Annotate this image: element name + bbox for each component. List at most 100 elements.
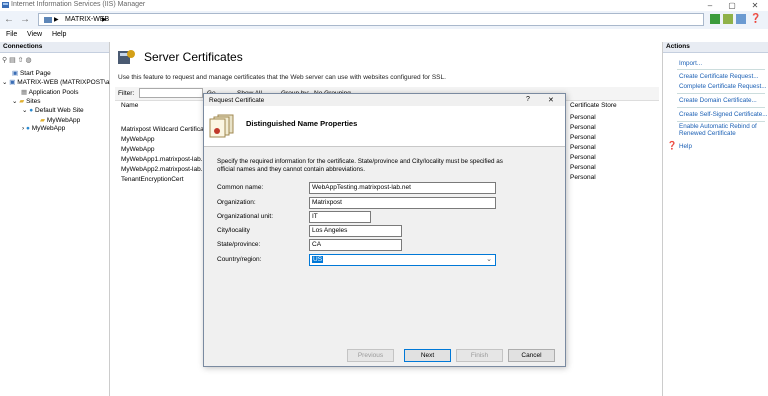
organizational-unit-input[interactable]: IT [309,211,371,223]
action-complete-certificate-request[interactable]: Complete Certificate Request... [679,83,767,90]
finish-button[interactable]: Finish [456,349,503,362]
address-box[interactable]: ▶ MATRIX-WEB ▶ [38,13,704,26]
common-name-label: Common name: [217,184,264,191]
action-enable-automatic-rebind[interactable]: Enable Automatic Rebind of [679,123,757,130]
table-row[interactable]: TenantEncryptionCert [121,176,184,183]
divider [677,93,765,94]
action-create-domain-certificate[interactable]: Create Domain Certificate... [679,97,757,104]
globe-icon: ● [29,107,34,114]
common-name-input[interactable]: WebAppTesting.matrixpost-lab.net [309,182,496,194]
chevron-right-icon: ▶ [54,17,59,23]
filter-input[interactable] [139,88,203,98]
chevron-right-icon: ▶ [102,17,107,23]
state-province-label: State/province: [217,241,261,248]
tree-application-pools[interactable]: ▦ Application Pools [21,88,78,96]
actions-panel: Actions Import... Create Certificate Req… [662,42,768,396]
action-help[interactable]: Help [679,143,692,150]
forward-arrow-icon[interactable]: → [18,13,32,26]
menu-view[interactable]: View [27,31,42,38]
row-store: Personal [570,134,596,141]
row-store: Personal [570,124,596,131]
minimize-button[interactable]: – [700,0,720,11]
state-province-input[interactable]: CA [309,239,402,251]
table-row[interactable]: MyWebApp1.matrixpost-lab. [121,156,203,163]
table-row[interactable]: Matrixpost Wildcard Certificat [121,126,206,133]
row-store: Personal [570,114,596,121]
stop-icon[interactable] [723,14,733,24]
home-icon[interactable] [736,14,746,24]
server-icon: ▣ [9,79,16,86]
table-row[interactable]: MyWebApp2.matrixpost-lab. [121,166,203,173]
dialog-help-button[interactable]: ? [526,96,530,103]
back-arrow-icon[interactable]: ← [2,13,16,26]
connections-header: Connections [0,42,109,53]
refresh-icon[interactable] [710,14,720,24]
row-store: Personal [570,154,596,161]
action-import[interactable]: Import... [679,60,702,67]
folder-icon: ▰ [40,117,45,124]
menu-bar: File View Help [0,29,768,41]
city-locality-label: City/locality [217,227,250,234]
address-bar: ← → ▶ MATRIX-WEB ▶ ❓ [0,11,768,29]
city-locality-input[interactable]: Los Angeles [309,225,402,237]
chevron-down-icon: ⌄ [486,256,492,263]
close-button[interactable]: ✕ [745,0,765,11]
row-store: Personal [570,144,596,151]
divider [677,107,765,108]
tree-sites[interactable]: ⌄ ▰ Sites [12,97,41,105]
tree-mywebapp-child[interactable]: ▰ MyWebApp [40,116,80,124]
help-icon: ❓ [667,141,677,150]
maximize-button[interactable]: ▢ [722,0,742,11]
chevron-down-icon[interactable]: ⌄ [2,79,7,86]
table-row[interactable]: MyWebApp [121,146,154,153]
save-icon[interactable]: ▤ [9,57,16,64]
cancel-button[interactable]: Cancel [508,349,555,362]
connections-panel: Connections ⚲ ▤ ⇧ ◍ ▣ Start Page ⌄ ▣ MAT… [0,42,110,396]
organization-input[interactable]: Matrixpost [309,197,496,209]
tree-start-page[interactable]: ▣ Start Page [12,69,51,77]
actions-header: Actions [663,42,768,53]
page-description: Use this feature to request and manage c… [118,74,446,81]
previous-button[interactable]: Previous [347,349,394,362]
globe-icon[interactable]: ◍ [26,57,32,64]
app-pools-icon: ▦ [21,89,28,96]
row-store: Personal [570,174,596,181]
server-icon [44,17,52,23]
next-button[interactable]: Next [404,349,451,362]
country-region-label: Country/region: [217,256,262,263]
tree-mywebapp-site[interactable]: › ● MyWebApp [22,125,65,132]
action-enable-automatic-rebind-line2[interactable]: Renewed Certificate [679,130,736,137]
server-certificates-icon [118,50,135,64]
column-name[interactable]: Name [121,102,138,109]
filter-label: Filter: [118,90,135,97]
tree-default-web-site[interactable]: ⌄ ● Default Web Site [22,106,84,114]
dialog-heading: Distinguished Name Properties [246,119,358,128]
connect-icon[interactable]: ⚲ [2,57,7,64]
dialog-close-button[interactable]: ✕ [548,96,554,104]
organizational-unit-label: Organizational unit: [217,213,274,220]
globe-icon: ● [25,125,30,132]
up-icon[interactable]: ⇧ [18,57,24,64]
chevron-down-icon[interactable]: ⌄ [22,107,27,114]
country-region-select[interactable]: US ⌄ [309,254,496,266]
column-certificate-store[interactable]: Certificate Store [570,102,617,109]
action-create-self-signed-certificate[interactable]: Create Self-Signed Certificate... [679,111,768,118]
tree-server[interactable]: ⌄ ▣ MATRIX-WEB (MATRIXPOST\a [2,78,109,86]
menu-help[interactable]: Help [52,31,66,38]
table-row[interactable]: MyWebApp [121,136,154,143]
help-icon[interactable]: ❓ [750,13,761,24]
country-region-value: US [312,256,324,263]
connections-toolbar: ⚲ ▤ ⇧ ◍ [2,56,32,64]
iis-app-icon [2,2,9,8]
chevron-right-icon[interactable]: › [22,125,24,132]
action-create-certificate-request[interactable]: Create Certificate Request... [679,73,758,80]
dialog-title: Request Certificate [209,97,265,104]
dialog-header: Distinguished Name Properties [204,106,565,146]
dialog-instructions: Specify the required information for the… [217,158,503,173]
menu-file[interactable]: File [6,31,17,38]
start-page-icon: ▣ [12,70,19,77]
divider [204,146,565,147]
request-certificate-dialog: Request Certificate ? ✕ Distinguished Na… [203,93,566,367]
chevron-down-icon[interactable]: ⌄ [12,98,17,105]
window-title: Internet Information Services (IIS) Mana… [11,1,146,8]
